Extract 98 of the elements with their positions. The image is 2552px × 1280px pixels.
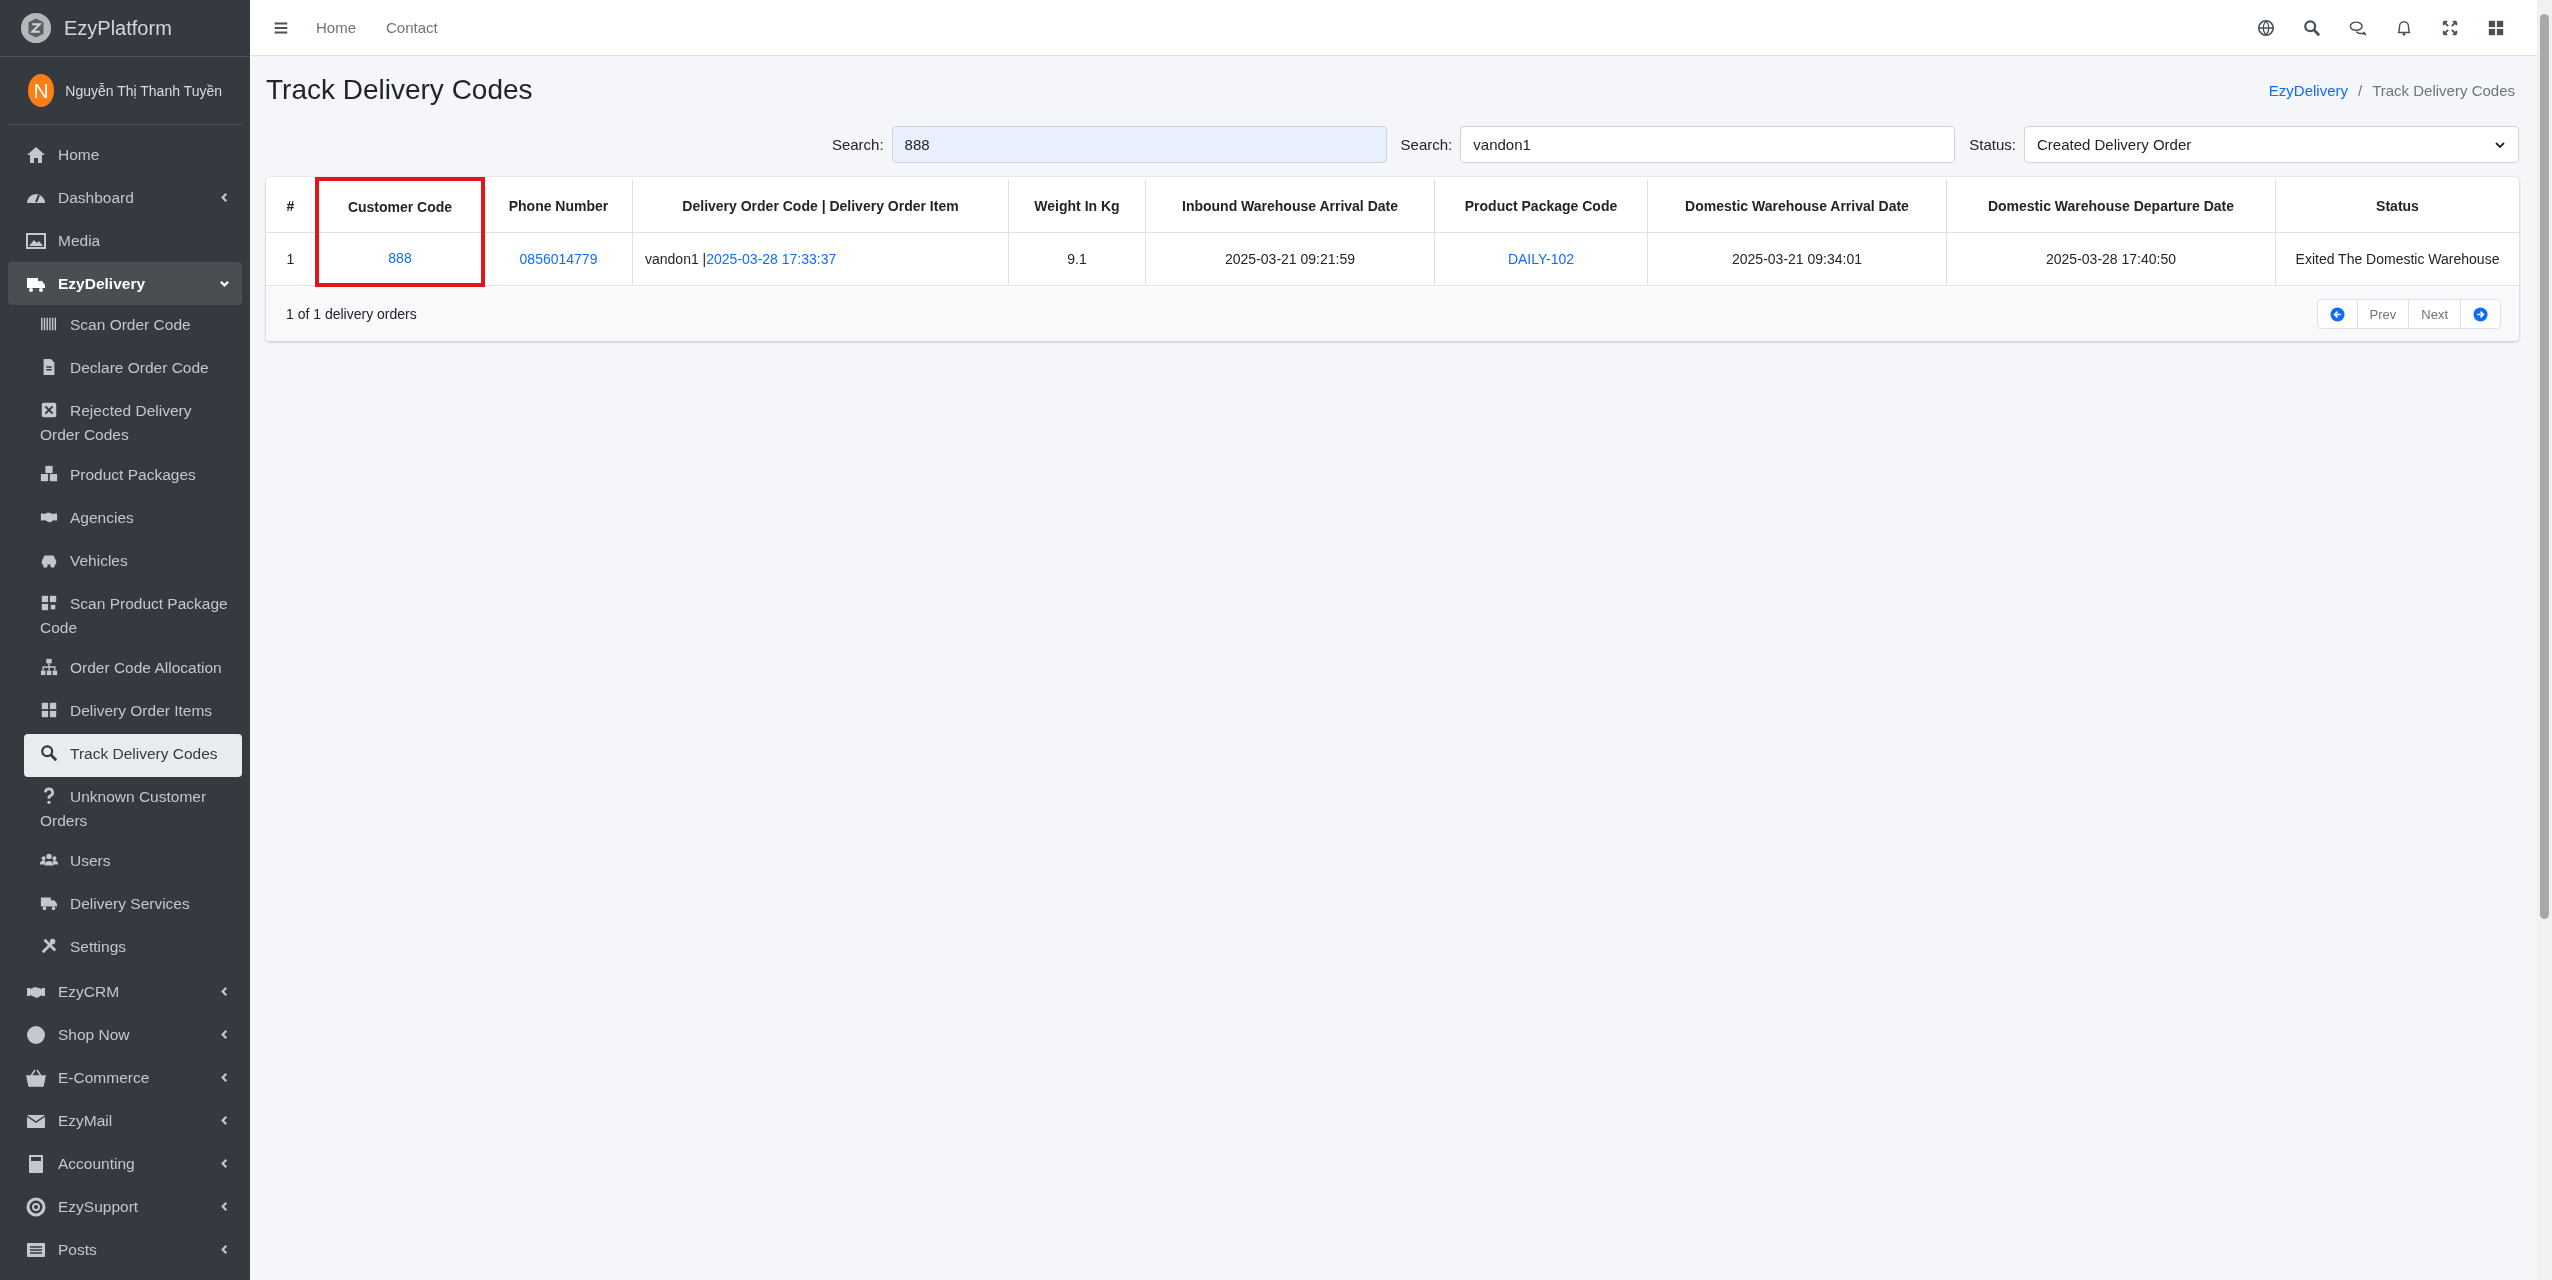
caret-icon (219, 986, 230, 997)
menu-item[interactable]: Media (8, 219, 242, 262)
chat-icon[interactable] (2349, 18, 2367, 37)
menu-item[interactable]: Home (8, 133, 242, 176)
result-summary: 1 of 1 delivery orders (286, 306, 417, 322)
user-name[interactable]: Nguyễn Thị Thanh Tuyền (65, 82, 222, 99)
menu-item[interactable]: Accounting (8, 1142, 242, 1185)
submenu-item[interactable]: Declare Order Code (24, 348, 242, 391)
next-page-button[interactable] (2460, 299, 2501, 329)
submenu-item[interactable]: Settings (24, 927, 242, 970)
menu-item[interactable]: Dashboard (8, 176, 242, 219)
date-cell: 2025-03-21 09:21:59 (1225, 250, 1355, 267)
menu-item[interactable]: EzyCRM (8, 970, 242, 1013)
order-item-link[interactable]: 2025-03-28 17:33:37 (706, 250, 837, 267)
caret-icon (219, 1201, 230, 1212)
caret-icon (219, 1072, 230, 1083)
x-square-icon (40, 401, 58, 419)
breadcrumb-link[interactable]: EzyDelivery (2268, 81, 2348, 99)
circle-icon (26, 1024, 46, 1045)
grid-icon[interactable] (2487, 18, 2505, 37)
submenu-item[interactable]: Order Code Allocation (24, 648, 242, 691)
menu-item[interactable]: EzyMail (8, 1099, 242, 1142)
menu-item[interactable]: E-Commerce (8, 1056, 242, 1099)
bell-icon[interactable] (2395, 18, 2413, 37)
next-button[interactable]: Next (2408, 299, 2461, 329)
submenu-item[interactable]: Product Packages (24, 455, 242, 498)
submenu-item[interactable]: Vehicles (24, 541, 242, 584)
column-header: Delivery Order Code | Delivery Order Item (632, 179, 1009, 233)
column-header: Weight In Kg (1008, 179, 1146, 233)
fullscreen-icon[interactable] (2441, 18, 2459, 37)
home-icon (26, 144, 46, 165)
submenu-item[interactable]: Agencies (24, 498, 242, 541)
nav-link[interactable]: Contact (386, 19, 438, 36)
basket-icon (26, 1067, 46, 1088)
boxes-icon (40, 465, 58, 483)
column-header: Product Package Code (1434, 179, 1648, 233)
globe-icon[interactable] (2257, 18, 2275, 37)
nav-link[interactable]: Home (316, 19, 356, 36)
menu-item[interactable]: Posts (8, 1228, 242, 1271)
barcode-icon (40, 315, 58, 333)
row-number: 1 (286, 250, 295, 267)
status-dropdown[interactable]: Created Delivery Order (2024, 126, 2519, 163)
submenu-item[interactable]: Scan Product Package Code (24, 584, 242, 648)
caret-icon (219, 1244, 230, 1255)
weight-cell: 9.1 (1067, 250, 1087, 267)
menu-item[interactable]: EzyDelivery (8, 262, 242, 305)
caret-icon (219, 1029, 230, 1040)
previous-page-button[interactable] (2316, 299, 2358, 329)
order-code: vandon1 | (645, 250, 707, 267)
submenu-item[interactable]: Delivery Order Items (24, 691, 242, 734)
search-icon (40, 744, 58, 762)
column-header: Customer Code (317, 179, 483, 233)
arrow-left-icon (2329, 306, 2345, 322)
column-header: Status (2275, 179, 2519, 233)
filter-label: Search: (1400, 136, 1453, 153)
logo-icon (20, 12, 52, 44)
brand-name[interactable]: EzyPlatform (64, 16, 172, 40)
phone-link[interactable]: 0856014779 (519, 250, 598, 267)
qr-icon (40, 594, 58, 612)
column-header: Domestic Warehouse Departure Date (1946, 179, 2276, 233)
column-header: # (266, 179, 317, 233)
page-title: Track Delivery Codes (266, 74, 533, 106)
submenu-item[interactable]: Unknown Customer Orders (24, 777, 242, 841)
filter-label: Status: (1969, 136, 2016, 153)
search-field[interactable]: vandon1 (1460, 126, 1956, 163)
prev-button[interactable]: Prev (2356, 299, 2410, 329)
caret-icon (219, 192, 230, 203)
sitemap-icon (40, 658, 58, 676)
package-code-link[interactable]: DAILY-102 (1507, 250, 1575, 267)
user-avatar: N (28, 74, 55, 107)
submenu-item[interactable]: Track Delivery Codes (24, 734, 242, 777)
date-cell: 2025-03-28 17:40:50 (2046, 250, 2176, 267)
caret-icon (219, 1158, 230, 1169)
search-field[interactable]: 888 (891, 126, 1387, 163)
scrollbar[interactable] (2537, 0, 2552, 1280)
breadcrumb-current: Track Delivery Codes (2372, 81, 2515, 99)
image-icon (26, 230, 46, 251)
lifebuoy-icon (26, 1196, 46, 1217)
status-cell: Exited The Domestic Warehouse (2295, 250, 2500, 267)
breadcrumb-separator: / (2358, 81, 2363, 99)
column-header: Domestic Warehouse Arrival Date (1647, 179, 1947, 233)
filter-label: Search: (831, 136, 884, 153)
date-cell: 2025-03-21 09:34:01 (1732, 250, 1862, 267)
arrow-right-icon (2473, 306, 2488, 322)
submenu-item[interactable]: Users (24, 841, 242, 884)
column-header: Phone Number (483, 179, 633, 233)
customer-code-link[interactable]: 888 (388, 250, 412, 266)
submenu-item[interactable]: Scan Order Code (24, 305, 242, 348)
search-icon[interactable] (2303, 18, 2321, 37)
menu-item[interactable]: Shop Now (8, 1013, 242, 1056)
caret-icon (219, 278, 230, 289)
column-header: Inbound Warehouse Arrival Date (1145, 179, 1435, 233)
submenu-item[interactable]: Rejected Delivery Order Codes (24, 391, 242, 455)
grid-icon (40, 701, 58, 719)
caret-icon (219, 1115, 230, 1126)
submenu-item[interactable]: Delivery Services (24, 884, 242, 927)
menu-item[interactable]: EzySupport (8, 1185, 242, 1228)
calculator-icon (26, 1153, 46, 1174)
